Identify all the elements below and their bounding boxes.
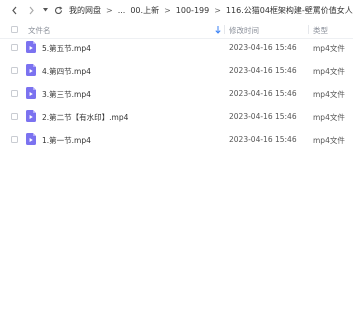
file-name[interactable]: 1.第一节.mp4 <box>42 135 91 146</box>
file-row[interactable]: 5.第五节.mp4 2023-04-16 15:46 mp4文件 <box>0 37 353 59</box>
file-row[interactable]: 1.第一节.mp4 2023-04-16 15:46 mp4文件 <box>0 129 353 151</box>
breadcrumb-separator: > <box>164 5 171 15</box>
breadcrumb-item-ellipsis[interactable]: ... <box>118 6 126 15</box>
row-checkbox[interactable] <box>11 136 18 143</box>
toolbar: 我的网盘 > ... 00.上新 > 100-199 > 116.公猫04框架构… <box>0 0 353 20</box>
file-type: mp4文件 <box>313 67 345 76</box>
column-divider[interactable] <box>224 25 225 34</box>
back-button[interactable] <box>11 3 18 17</box>
file-modified-time: 2023-04-16 15:46 <box>229 89 297 98</box>
breadcrumb-item-current-folder[interactable]: 116.公猫04框架构建-壁罵价值女人-168元 <box>226 5 353 16</box>
file-name[interactable]: 4.第四节.mp4 <box>42 66 91 77</box>
row-checkbox[interactable] <box>11 67 18 74</box>
caret-down-icon <box>43 8 48 12</box>
breadcrumb-item-my-disk[interactable]: 我的网盘 <box>69 5 101 16</box>
chevron-left-icon <box>12 6 17 14</box>
breadcrumb-item-new[interactable]: 00.上新 <box>130 5 159 16</box>
video-file-icon <box>26 133 36 145</box>
refresh-icon <box>54 5 63 14</box>
file-modified-time: 2023-04-16 15:46 <box>229 112 297 121</box>
row-checkbox[interactable] <box>11 44 18 51</box>
breadcrumb: 我的网盘 > ... 00.上新 > 100-199 > 116.公猫04框架构… <box>69 5 353 16</box>
row-checkbox[interactable] <box>11 113 18 120</box>
file-type: mp4文件 <box>313 113 345 122</box>
file-name[interactable]: 2.第二节【有水印】.mp4 <box>42 112 128 123</box>
file-row[interactable]: 2.第二节【有水印】.mp4 2023-04-16 15:46 mp4文件 <box>0 106 353 128</box>
file-row[interactable]: 3.第三节.mp4 2023-04-16 15:46 mp4文件 <box>0 83 353 105</box>
video-file-icon <box>26 110 36 122</box>
video-file-icon <box>26 64 36 76</box>
column-divider[interactable] <box>308 25 309 34</box>
file-modified-time: 2023-04-16 15:46 <box>229 66 297 75</box>
file-modified-time: 2023-04-16 15:46 <box>229 43 297 52</box>
column-header-modified[interactable]: 修改时间 <box>229 25 259 36</box>
forward-button[interactable] <box>28 3 35 17</box>
sort-arrow-down-icon[interactable] <box>215 26 221 34</box>
select-all-checkbox[interactable] <box>11 26 18 33</box>
breadcrumb-separator: > <box>214 5 221 15</box>
file-modified-time: 2023-04-16 15:46 <box>229 135 297 144</box>
chevron-right-icon <box>29 6 34 14</box>
breadcrumb-item-range[interactable]: 100-199 <box>176 6 209 15</box>
breadcrumb-separator: > <box>106 5 113 15</box>
column-header-type[interactable]: 类型 <box>313 25 328 36</box>
file-type: mp4文件 <box>313 44 345 53</box>
video-file-icon <box>26 41 36 53</box>
refresh-button[interactable] <box>54 3 63 17</box>
file-row[interactable]: 4.第四节.mp4 2023-04-16 15:46 mp4文件 <box>0 60 353 82</box>
file-name[interactable]: 3.第三节.mp4 <box>42 89 91 100</box>
file-type: mp4文件 <box>313 90 345 99</box>
file-type: mp4文件 <box>313 136 345 145</box>
file-name[interactable]: 5.第五节.mp4 <box>42 43 91 54</box>
video-file-icon <box>26 87 36 99</box>
column-header-name[interactable]: 文件名 <box>28 25 51 36</box>
history-dropdown-button[interactable] <box>43 3 48 17</box>
row-checkbox[interactable] <box>11 90 18 97</box>
